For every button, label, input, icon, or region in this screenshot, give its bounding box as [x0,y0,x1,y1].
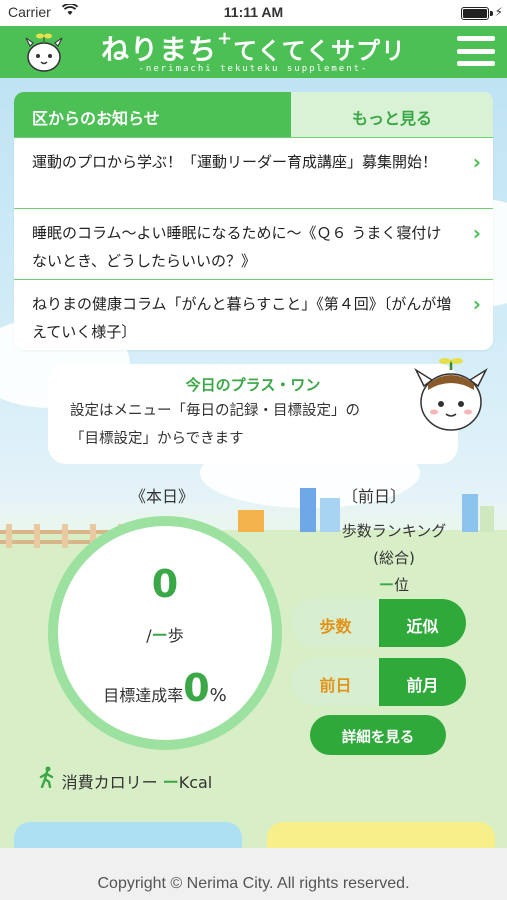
tab-ward-news[interactable]: 区からのお知らせ [14,92,291,137]
news-tabs: 区からのお知らせ もっと見る [14,92,493,137]
chevron-right-icon: › [472,150,481,174]
ranking-value: ー位 [378,576,410,594]
news-item-text: 運動のプロから学ぶ！「運動リーダー育成講座」募集開始！ [32,153,438,171]
app-subtitle: -nerimachi tekuteku supplement- [138,64,369,74]
achievement-rate: 目標達成率0% [103,666,227,710]
battery-tip [490,11,493,16]
news-item[interactable]: 睡眠のコラム〜よい睡眠になるために〜《Ｑ６ うまく寝付けないとき、どうしたらいい… [14,208,493,279]
main-content[interactable]: 区からのお知らせ もっと見る 運動のプロから学ぶ！「運動リーダー育成講座」募集開… [0,78,507,848]
calorie-unit: Kcal [178,773,213,792]
news-card: 区からのお知らせ もっと見る 運動のプロから学ぶ！「運動リーダー育成講座」募集開… [14,92,493,350]
status-bar: Carrier 11:11 AM ⚡ [0,0,507,26]
footer-copyright: Copyright © Nerima City. All rights rese… [0,848,507,900]
toggle-steps[interactable]: 歩数 [292,599,379,647]
previous-day-label: 〔前日〕 [342,487,407,506]
ranking-subtitle: (総合) [373,549,415,567]
plus-one-text: 設定はメニュー「毎日の記録・目標設定」の 「目標設定」からできます [70,403,360,447]
today-label: 《本日》 [130,487,195,506]
toggle-prev-day[interactable]: 前日 [292,658,379,706]
app-header: ねりまち+てくてくサプリ -nerimachi tekuteku supplem… [0,26,507,78]
walking-person-icon [38,766,62,792]
step-ranking: 歩数ランキング (総合) ー位 [304,518,484,599]
calorie-label: 消費カロリー [61,773,158,792]
see-more-button[interactable]: もっと見る [291,92,493,137]
plus-one-title: 今日のプラス・ワン [185,376,321,394]
clock: 11:11 AM [223,4,284,20]
ranking-period-toggle[interactable]: 前日 前月 [292,658,466,706]
calorie-info: 消費カロリー ーKcal [38,766,212,793]
steps-circle: 0 /ー歩 目標達成率0% [48,516,282,750]
steps-goal: /ー歩 [146,626,184,645]
news-item[interactable]: ねりまの健康コラム「がんと暮らすこと」《第４回》〔がんが増えていく様子〕 › [14,279,493,350]
chevron-right-icon: › [472,221,481,245]
toggle-nearby[interactable]: 近似 [379,599,466,647]
toggle-prev-month[interactable]: 前月 [379,658,466,706]
ranking-title: 歩数ランキング [341,522,447,540]
bottom-panel-left[interactable] [14,822,242,848]
steps-count: 0 [151,562,179,606]
mascot-character-icon [414,358,488,431]
charging-icon: ⚡ [494,5,503,19]
battery-icon [461,7,489,20]
app-title: ねりまち+てくてくサプリ [101,28,406,66]
plus-one-box: 今日のプラス・ワン 設定はメニュー「毎日の記録・目標設定」の 「目標設定」からで… [48,364,458,464]
news-item-text: 睡眠のコラム〜よい睡眠になるために〜《Ｑ６ うまく寝付けないとき、どうしたらいい… [32,224,442,270]
ranking-type-toggle[interactable]: 歩数 近似 [292,599,466,647]
news-item-text: ねりまの健康コラム「がんと暮らすこと」《第４回》〔がんが増えていく様子〕 [32,295,452,341]
chevron-right-icon: › [472,292,481,316]
view-details-button[interactable]: 詳細を見る [310,715,446,755]
bottom-panel-right[interactable] [267,822,495,848]
hamburger-menu-icon[interactable] [457,36,495,66]
news-item[interactable]: 運動のプロから学ぶ！「運動リーダー育成講座」募集開始！ › [14,137,493,208]
